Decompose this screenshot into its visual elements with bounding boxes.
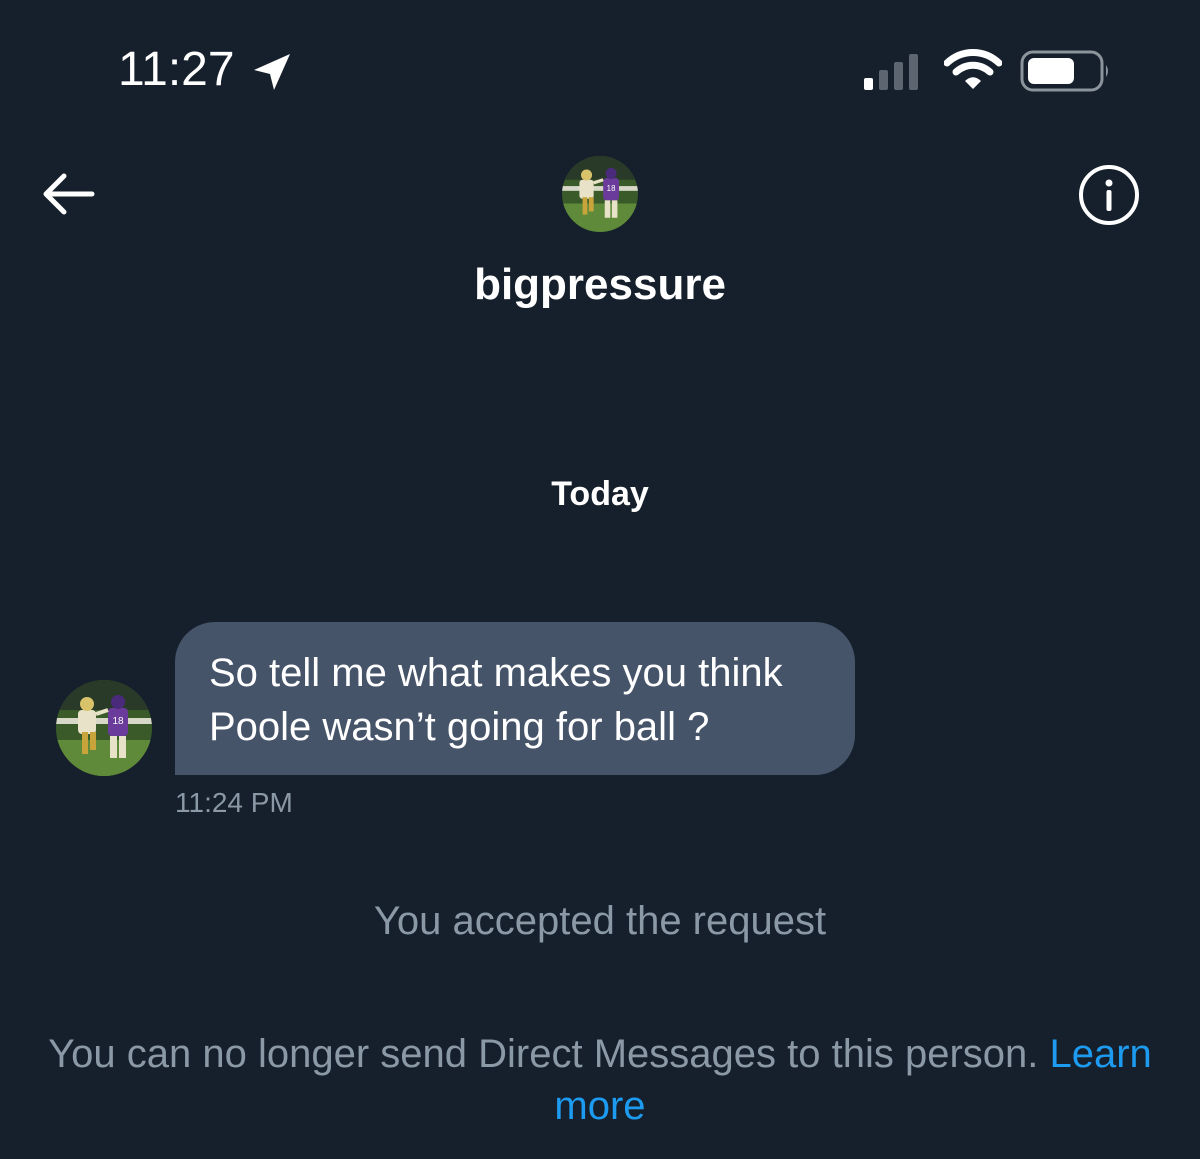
dm-disabled-text: You can no longer send Direct Messages t…	[48, 1032, 1050, 1076]
sender-avatar[interactable]: 18	[56, 680, 152, 776]
message-text: So tell me what makes you think Poole wa…	[209, 651, 783, 749]
battery-icon	[1020, 50, 1108, 92]
cellular-signal-icon	[864, 54, 918, 90]
conversation-username[interactable]: bigpressure	[0, 258, 1200, 312]
info-circle-icon[interactable]	[1076, 162, 1142, 228]
message-timestamp: 11:24 PM	[175, 787, 293, 818]
message-bubble[interactable]: So tell me what makes you think Poole wa…	[175, 622, 855, 775]
status-time: 11:27	[118, 43, 235, 96]
football-photo-icon: 18	[562, 156, 638, 232]
location-arrow-icon	[254, 54, 290, 90]
football-photo-icon: 18	[56, 680, 152, 776]
header-avatar[interactable]: 18	[562, 156, 638, 232]
back-button[interactable]	[34, 164, 100, 224]
wifi-icon	[944, 49, 1002, 89]
dm-conversation-screen: 11:27 18 bigpressure Today 18 So tell me…	[0, 0, 1200, 1159]
dm-disabled-notice: You can no longer send Direct Messages t…	[0, 1028, 1200, 1132]
date-separator: Today	[551, 475, 649, 513]
request-accepted-notice: You accepted the request	[373, 899, 827, 943]
svg-text:18: 18	[112, 716, 124, 727]
svg-text:18: 18	[607, 184, 616, 193]
